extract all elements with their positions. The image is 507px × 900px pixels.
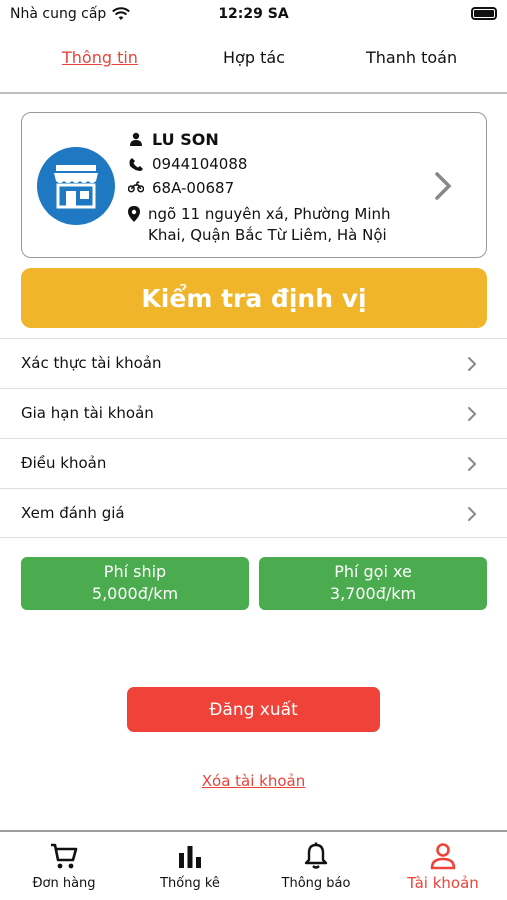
menu-item-label: Điều khoản	[21, 454, 107, 472]
chevron-right-icon	[468, 407, 477, 421]
ride-fee-value: 3,700đ/km	[329, 584, 417, 603]
account-menu: Xác thực tài khoản Gia hạn tài khoản Điề…	[0, 338, 507, 538]
ride-fee-title: Phí gọi xe	[334, 562, 412, 581]
logout-button[interactable]: Đăng xuất	[127, 687, 380, 732]
profile-phone: 0944104088	[152, 155, 248, 173]
nav-label: Thống kê	[160, 876, 220, 891]
location-pin-icon	[128, 206, 140, 222]
bar-chart-icon	[179, 846, 201, 868]
nav-label: Thông báo	[281, 876, 351, 891]
nav-statistics[interactable]: Thống kê	[127, 840, 253, 891]
check-location-button[interactable]: Kiểm tra định vị	[21, 268, 487, 328]
bell-icon	[304, 842, 328, 869]
nav-notifications[interactable]: Thông báo	[253, 840, 379, 891]
status-bar: Nhà cung cấp 12:29 SA	[0, 0, 507, 30]
ride-fee-card: Phí gọi xe 3,700đ/km	[259, 557, 487, 610]
profile-address-row: ngõ 11 nguyên xá, Phường Minh Khai, Quận…	[128, 204, 418, 246]
menu-item-label: Xác thực tài khoản	[21, 354, 162, 372]
profile-name: LU SON	[152, 130, 219, 149]
menu-item-label: Xem đánh giá	[21, 504, 125, 522]
cart-icon	[51, 843, 78, 869]
top-tabs: Thông tin Hợp tác Thanh toán	[0, 44, 507, 76]
tab-partner[interactable]: Hợp tác	[223, 48, 285, 67]
profile-plate: 68A-00687	[152, 179, 235, 197]
chevron-right-icon	[435, 172, 452, 200]
user-icon	[430, 843, 456, 870]
store-avatar	[37, 147, 115, 225]
battery-icon	[471, 7, 497, 20]
divider	[0, 92, 507, 94]
nav-orders[interactable]: Đơn hàng	[1, 840, 127, 891]
nav-account[interactable]: Tài khoản	[380, 840, 506, 892]
shipping-fee-value: 5,000đ/km	[91, 584, 179, 603]
phone-icon	[129, 158, 143, 171]
delete-account-link[interactable]: Xóa tài khoản	[0, 772, 507, 790]
person-icon	[130, 132, 142, 146]
status-time: 12:29 SA	[218, 6, 289, 22]
chevron-right-icon	[468, 357, 477, 371]
shipping-fee-title: Phí ship	[103, 562, 167, 581]
bottom-nav: Đơn hàng Thống kê Thông báo Tài khoản	[0, 832, 507, 900]
profile-name-row: LU SON	[128, 130, 219, 149]
profile-card[interactable]: LU SON 0944104088 68A-00687 ngõ 11 nguyê…	[21, 112, 487, 258]
shipping-fee-card: Phí ship 5,000đ/km	[21, 557, 249, 610]
nav-label: Tài khoản	[407, 874, 479, 892]
profile-phone-row: 0944104088	[128, 155, 247, 173]
tab-info[interactable]: Thông tin	[62, 48, 138, 67]
menu-item-renew-account[interactable]: Gia hạn tài khoản	[0, 388, 507, 438]
profile-address: ngõ 11 nguyên xá, Phường Minh Khai, Quận…	[148, 205, 391, 244]
chevron-right-icon	[468, 507, 477, 521]
menu-item-verify-account[interactable]: Xác thực tài khoản	[0, 338, 507, 388]
tab-payment[interactable]: Thanh toán	[366, 48, 457, 67]
motorbike-icon	[128, 181, 144, 193]
profile-plate-row: 68A-00687	[128, 179, 234, 197]
nav-label: Đơn hàng	[32, 876, 96, 891]
menu-item-terms[interactable]: Điều khoản	[0, 438, 507, 488]
chevron-right-icon	[468, 457, 477, 471]
menu-item-reviews[interactable]: Xem đánh giá	[0, 488, 507, 538]
menu-item-label: Gia hạn tài khoản	[21, 404, 154, 422]
store-icon	[54, 165, 98, 209]
